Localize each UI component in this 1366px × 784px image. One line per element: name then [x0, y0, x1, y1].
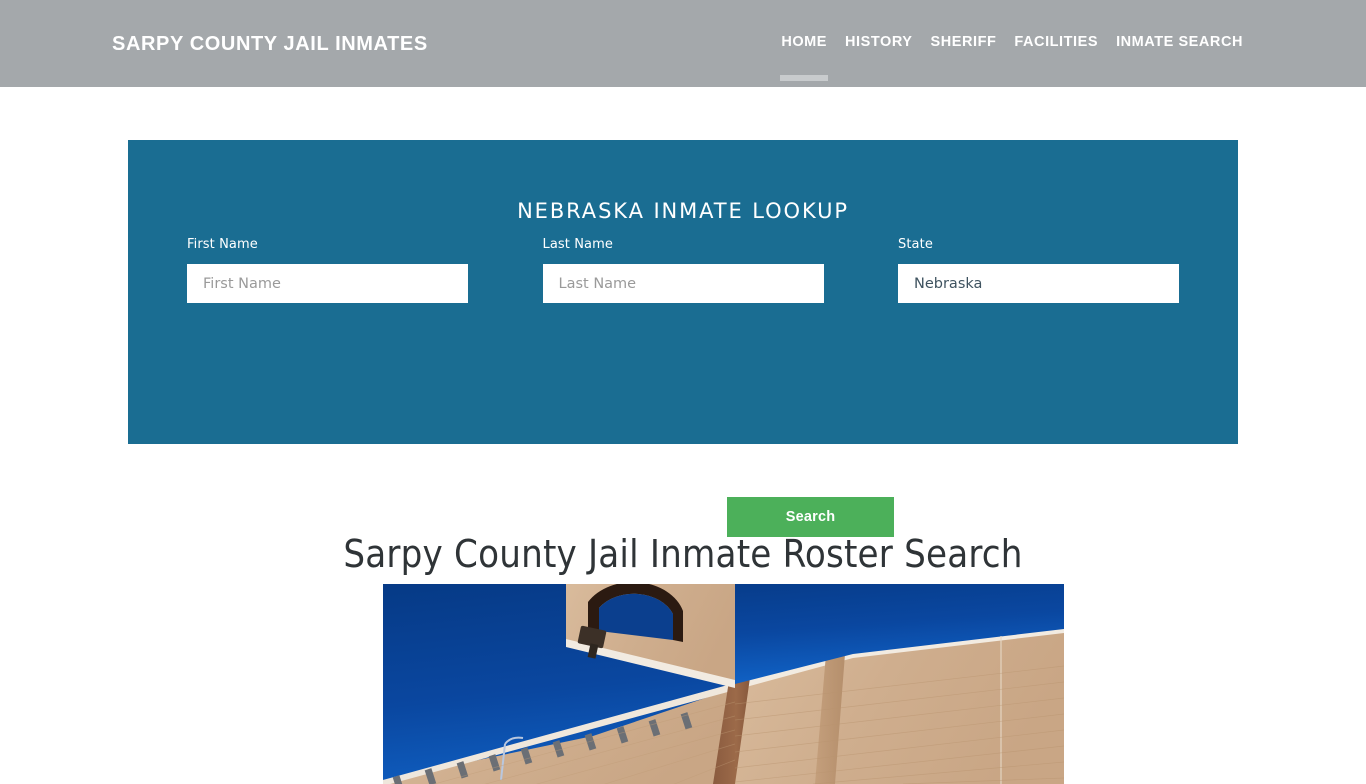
last-name-input[interactable]: [542, 264, 824, 303]
first-name-input[interactable]: [187, 264, 468, 303]
lookup-fields-row: First Name Last Name State Nebraska: [187, 236, 1179, 303]
first-name-label: First Name: [187, 237, 258, 252]
nav-item-history[interactable]: HISTORY: [836, 32, 922, 53]
first-name-field-group: First Name: [187, 236, 468, 303]
state-select[interactable]: Nebraska: [898, 264, 1179, 303]
site-header: SARPY COUNTY JAIL INMATES HOME HISTORY S…: [0, 0, 1366, 87]
main-navigation: HOME HISTORY SHERIFF FACILITIES INMATE S…: [772, 32, 1252, 53]
last-name-field-group: Last Name: [542, 236, 824, 303]
site-logo-link[interactable]: SARPY COUNTY JAIL INMATES: [112, 31, 428, 57]
page-title: Sarpy County Jail Inmate Roster Search: [343, 532, 1023, 577]
state-label: State: [898, 237, 933, 252]
nav-item-home[interactable]: HOME: [772, 32, 836, 53]
state-field-group: State Nebraska: [898, 236, 1179, 303]
jail-photo-illustration: [383, 584, 1064, 784]
lookup-panel-title: NEBRASKA INMATE LOOKUP: [517, 199, 849, 224]
inmate-lookup-panel: NEBRASKA INMATE LOOKUP First Name Last N…: [128, 140, 1238, 537]
nav-item-sheriff[interactable]: SHERIFF: [922, 32, 1006, 53]
jail-building-photo: [383, 584, 1064, 784]
last-name-label: Last Name: [542, 237, 613, 252]
nav-item-inmate-search[interactable]: INMATE SEARCH: [1107, 32, 1252, 53]
nav-item-facilities[interactable]: FACILITIES: [1005, 32, 1107, 53]
